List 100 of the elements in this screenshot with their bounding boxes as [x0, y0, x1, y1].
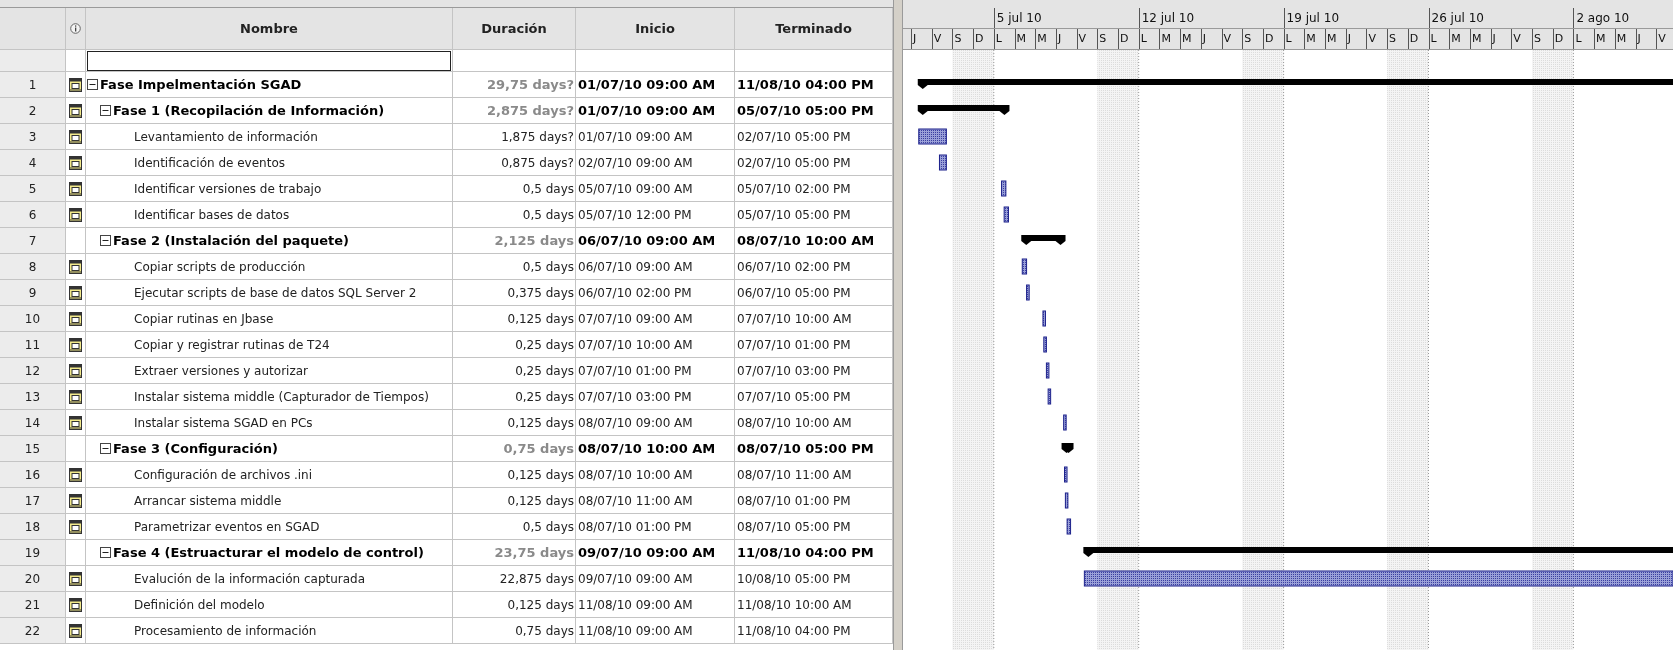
day-label: L: [1573, 29, 1595, 49]
start-cell: 07/07/10 03:00 PM: [576, 384, 735, 410]
row-header[interactable]: 13: [0, 384, 66, 410]
duration-cell: 0,75 days: [453, 436, 576, 462]
task-name: Identificación de eventos: [134, 154, 285, 172]
start-cell: 08/07/10 10:00 AM: [576, 462, 735, 488]
row-header[interactable]: 19: [0, 540, 66, 566]
day-label: L: [993, 29, 1015, 49]
day-label: J: [1345, 29, 1367, 49]
day-label: S: [952, 29, 974, 49]
row-header[interactable]: 22: [0, 618, 66, 644]
duration-cell: 0,75 days: [453, 618, 576, 644]
row-header[interactable]: 8: [0, 254, 66, 280]
task-bar: [1066, 518, 1072, 535]
task-name: Fase 4 (Estruacturar el modelo de control): [113, 543, 424, 562]
start-cell: 09/07/10 09:00 AM: [576, 540, 735, 566]
start-cell: 01/07/10 09:00 AM: [576, 98, 735, 124]
row-header[interactable]: 1: [0, 72, 66, 98]
day-label: M: [1180, 29, 1201, 49]
day-label: M: [1325, 29, 1346, 49]
day-label: L: [1428, 29, 1450, 49]
day-label: M: [1594, 29, 1615, 49]
collapse-icon[interactable]: [87, 79, 98, 90]
duration-cell: 0,125 days: [453, 488, 576, 514]
day-label: L: [1283, 29, 1305, 49]
row-header[interactable]: 9: [0, 280, 66, 306]
duration-cell: 0,375 days: [453, 280, 576, 306]
entry-field[interactable]: [87, 50, 451, 71]
day-label: V: [931, 29, 953, 49]
row-header[interactable]: 16: [0, 462, 66, 488]
duration-cell: 1,875 days?: [453, 124, 576, 150]
day-label: J: [911, 29, 932, 49]
row-header[interactable]: 6: [0, 202, 66, 228]
day-label: D: [973, 29, 994, 49]
duration-cell: 0,125 days: [453, 306, 576, 332]
duration-cell: 0,25 days: [453, 332, 576, 358]
start-cell: 11/08/10 09:00 AM: [576, 618, 735, 644]
start-cell: 01/07/10 09:00 AM: [576, 72, 735, 98]
day-label: J: [1200, 29, 1222, 49]
collapse-icon[interactable]: [100, 235, 111, 246]
day-label: J: [1490, 29, 1512, 49]
column-header[interactable]: Duración: [453, 8, 576, 50]
week-label: 5 jul 10: [993, 8, 1139, 28]
row-header[interactable]: 21: [0, 592, 66, 618]
day-label: V: [1366, 29, 1388, 49]
task-bar: [1064, 492, 1069, 509]
row-header[interactable]: 14: [0, 410, 66, 436]
collapse-icon[interactable]: [100, 547, 111, 558]
start-cell: 05/07/10 09:00 AM: [576, 176, 735, 202]
week-label: 2 ago 10: [1573, 8, 1673, 28]
day-label: J: [1635, 29, 1657, 49]
collapse-icon[interactable]: [100, 105, 111, 116]
row-header[interactable]: 3: [0, 124, 66, 150]
row-header[interactable]: 15: [0, 436, 66, 462]
row-header[interactable]: 11: [0, 332, 66, 358]
day-label: J: [1055, 29, 1077, 49]
start-cell: 09/07/10 09:00 AM: [576, 566, 735, 592]
day-label: M: [1014, 29, 1036, 49]
day-label: V: [1656, 29, 1673, 49]
duration-cell: 0,5 days: [453, 176, 576, 202]
row-header[interactable]: 4: [0, 150, 66, 176]
week-label: 19 jul 10: [1283, 8, 1429, 28]
row-header[interactable]: 2: [0, 98, 66, 124]
task-name: Ejecutar scripts de base de datos SQL Server 2: [134, 284, 417, 302]
column-header[interactable]: Inicio: [576, 8, 735, 50]
collapse-icon[interactable]: [100, 443, 111, 454]
task-name: Fase 1 (Recopilación de Información): [113, 101, 385, 120]
row-header[interactable]: 12: [0, 358, 66, 384]
task-bar: [1021, 258, 1028, 275]
task-bar: [1001, 180, 1007, 197]
task-name: Identificar bases de datos: [134, 206, 290, 224]
duration-cell: 0,5 days: [453, 254, 576, 280]
start-cell: 06/07/10 09:00 AM: [576, 228, 735, 254]
row-header[interactable]: 5: [0, 176, 66, 202]
row-header[interactable]: 10: [0, 306, 66, 332]
duration-cell: 0,25 days: [453, 358, 576, 384]
row-header[interactable]: 7: [0, 228, 66, 254]
duration-cell: 29,75 days?: [453, 72, 576, 98]
day-label: S: [1097, 29, 1118, 49]
task-bar: [1026, 284, 1030, 301]
week-label: 12 jul 10: [1138, 8, 1284, 28]
task-bar: [1045, 362, 1050, 379]
start-cell: 01/07/10 09:00 AM: [576, 124, 735, 150]
day-label: M: [1614, 29, 1636, 49]
task-bar: [938, 154, 947, 171]
row-header[interactable]: 17: [0, 488, 66, 514]
task-name: Arrancar sistema middle: [134, 492, 282, 510]
info-icon: [70, 23, 81, 34]
row-header[interactable]: 20: [0, 566, 66, 592]
start-cell: 08/07/10 01:00 PM: [576, 514, 735, 540]
summary-bar: [1061, 443, 1074, 453]
column-header[interactable]: Nombre: [86, 8, 453, 50]
duration-cell: 22,875 days: [453, 566, 576, 592]
day-label: M: [1469, 29, 1491, 49]
row-header[interactable]: 18: [0, 514, 66, 540]
column-header[interactable]: [66, 8, 86, 50]
day-label: D: [1118, 29, 1139, 49]
day-label: S: [1387, 29, 1408, 49]
start-cell: 05/07/10 12:00 PM: [576, 202, 735, 228]
duration-cell: 0,125 days: [453, 592, 576, 618]
